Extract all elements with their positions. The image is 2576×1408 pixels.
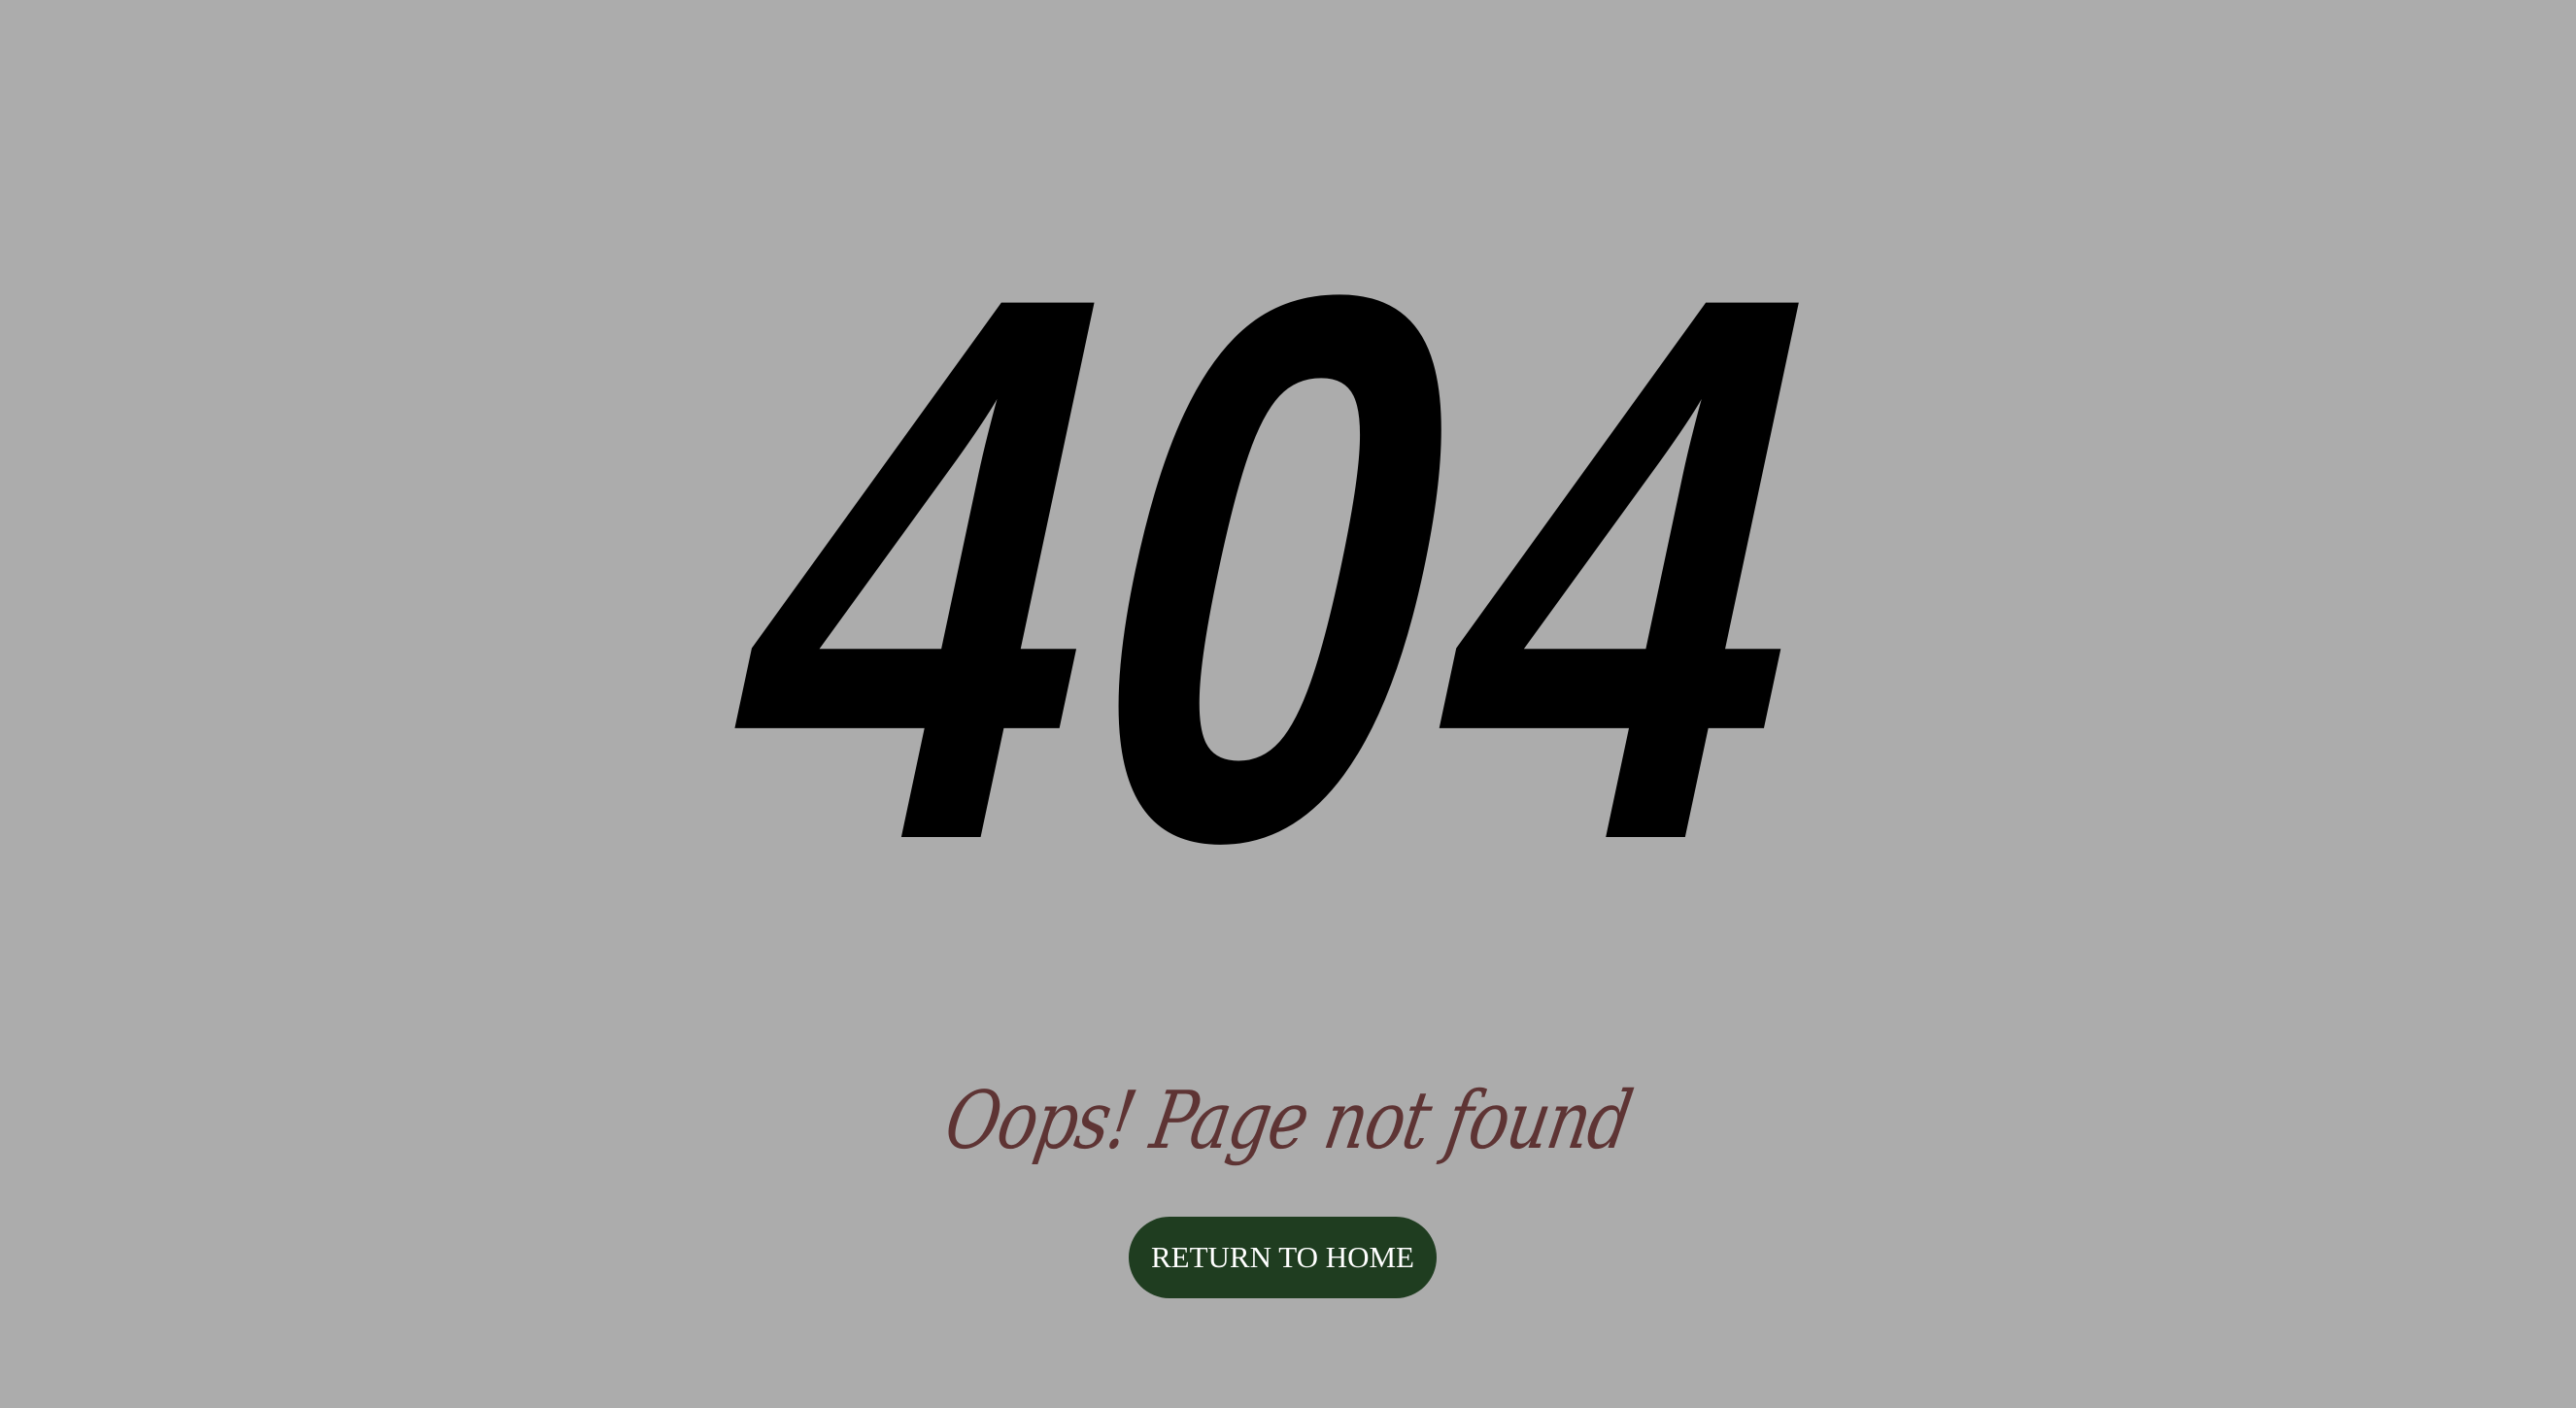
- error-message: Oops! Page not found: [938, 1075, 1638, 1167]
- not-found-page: 404 Oops! Page not found RETURN TO HOME: [0, 0, 2576, 1408]
- return-home-button[interactable]: RETURN TO HOME: [1129, 1217, 1437, 1298]
- error-code: 404: [667, 134, 1909, 1002]
